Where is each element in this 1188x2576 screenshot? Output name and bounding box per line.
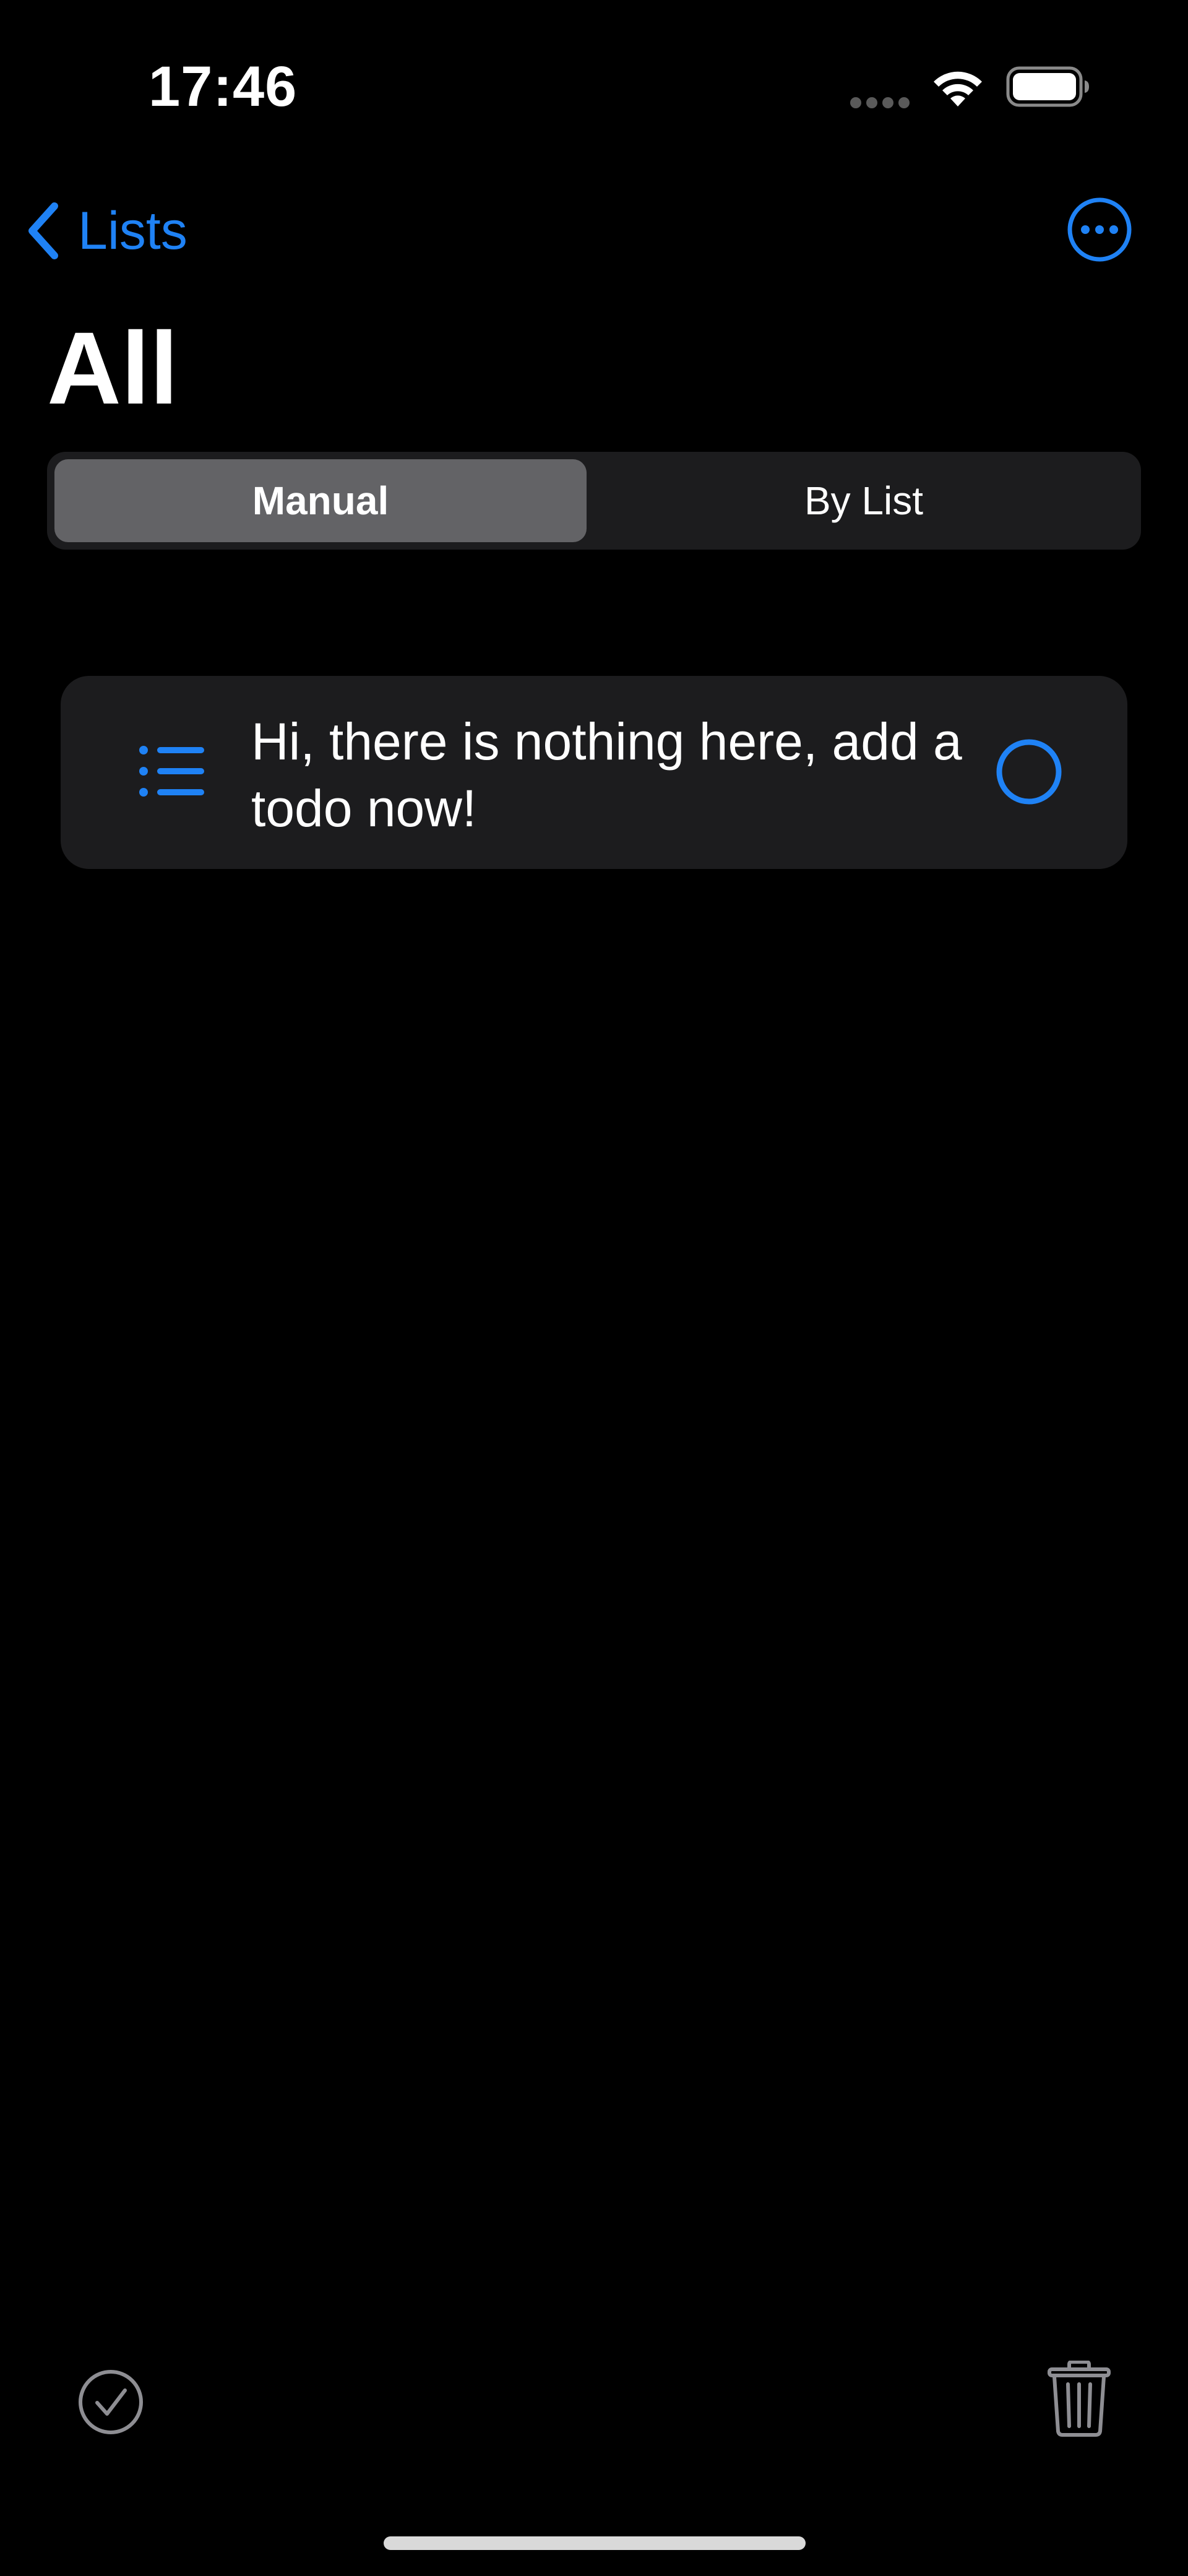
chevron-left-icon [28,202,58,259]
wifi-icon [934,71,982,106]
todo-complete-circle-icon[interactable] [995,738,1063,806]
todo-text: Hi, there is nothing here, add a todo no… [251,712,962,837]
trash-icon[interactable] [1047,2361,1111,2437]
status-time: 17:46 [148,55,298,118]
home-indicator [384,2536,806,2550]
battery-icon [1006,66,1089,107]
segment-by-list[interactable]: By List [594,459,1134,542]
list-bullet-icon [139,746,204,797]
sort-segmented-control: Manual By List [47,452,1141,550]
page-title: All [47,311,179,426]
checkmark-circle-icon[interactable] [77,2368,145,2436]
ellipsis-circle-icon[interactable] [1067,197,1132,262]
back-button[interactable]: Lists [25,197,187,265]
todo-item[interactable]: Hi, there is nothing here, add a todo no… [61,676,1127,869]
segment-manual[interactable]: Manual [54,459,587,542]
back-label: Lists [78,201,187,261]
cellular-signal-icon [850,96,912,110]
